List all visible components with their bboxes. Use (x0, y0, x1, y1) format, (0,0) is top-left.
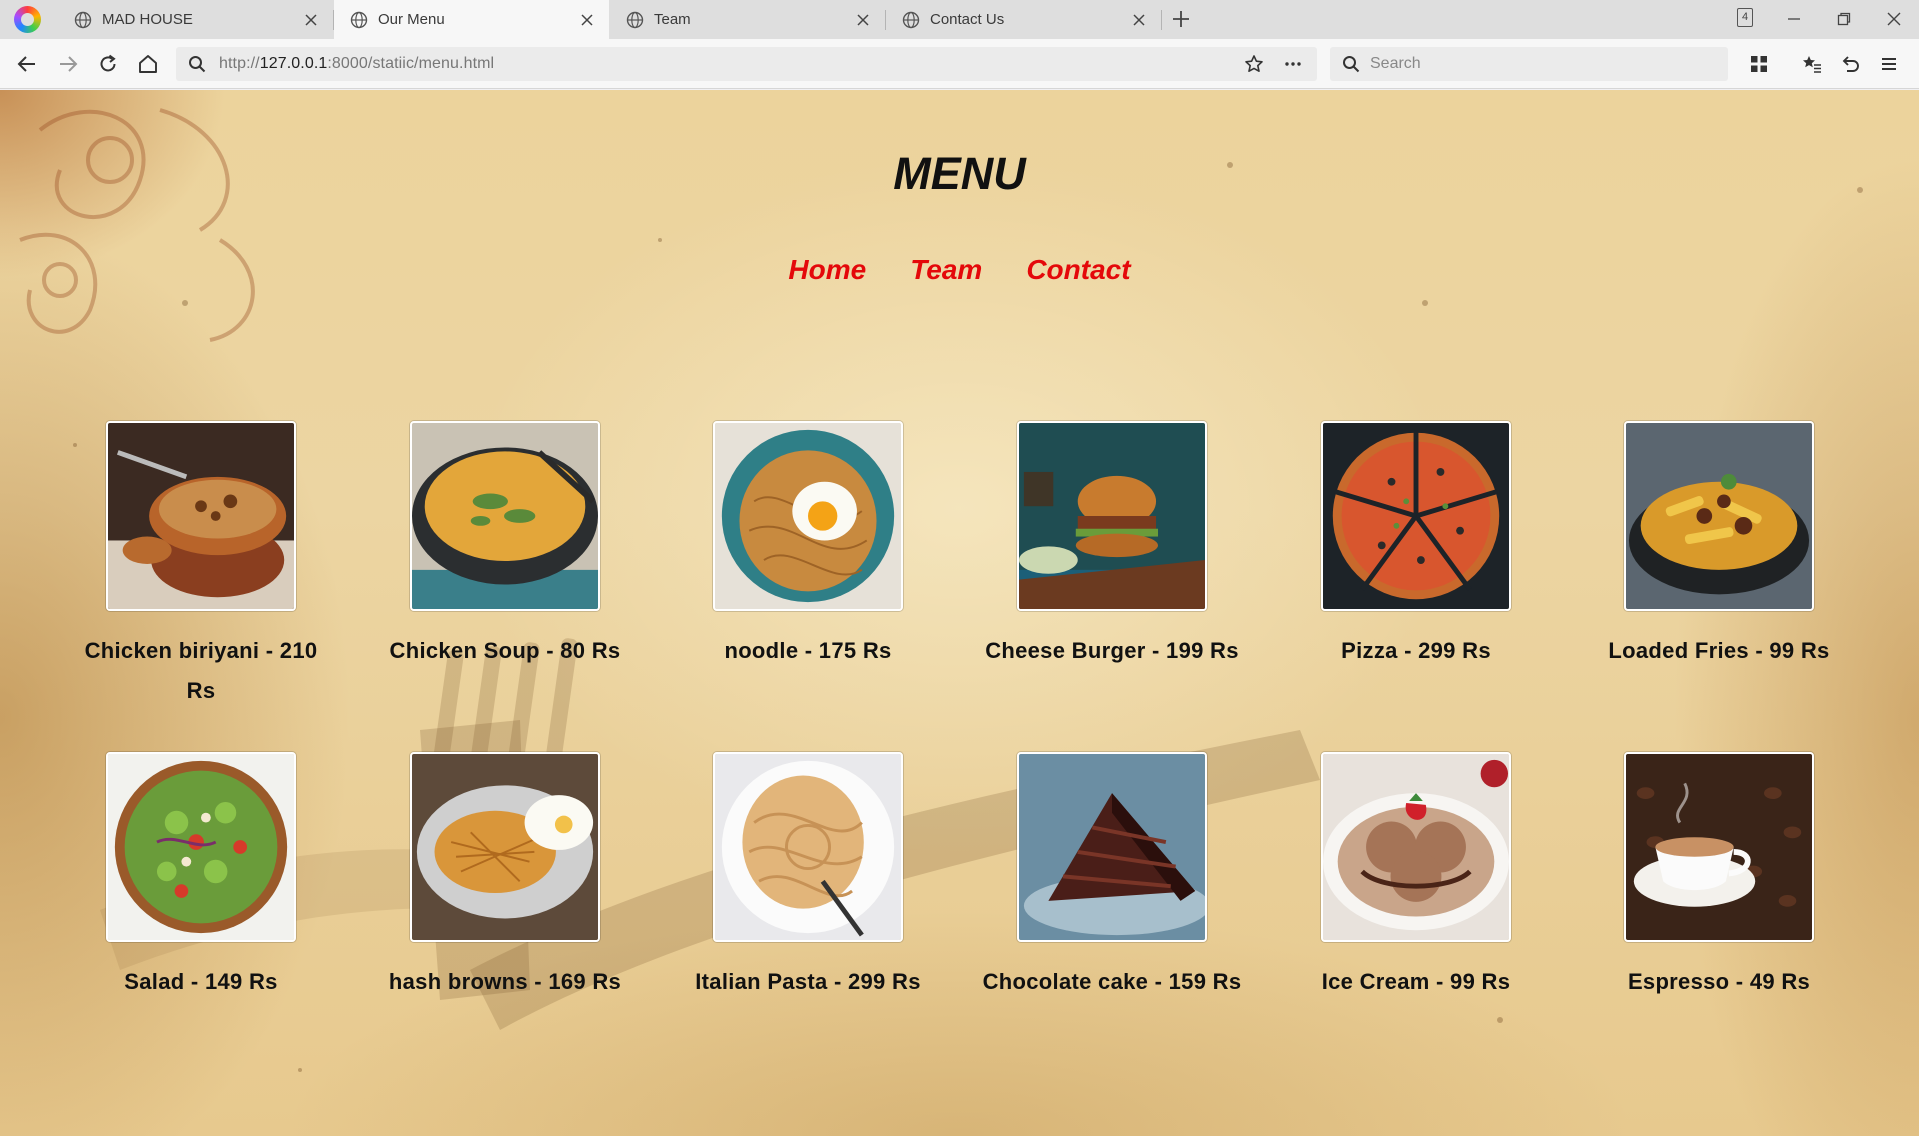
hash-browns-photo (410, 752, 600, 942)
item-label: Italian Pasta - 299 Rs (695, 969, 921, 994)
bookmark-star-icon[interactable] (1244, 54, 1264, 74)
nav-link-home[interactable]: Home (788, 254, 866, 286)
menu-item: noodle - 175 Rs (678, 421, 938, 671)
item-label: Pizza - 299 Rs (1341, 638, 1491, 663)
browser-logo-icon[interactable] (14, 6, 41, 33)
navigation-toolbar: http://127.0.0.1:8000/statiic/menu.html (0, 39, 1919, 89)
menu-item: Salad - 149 Rs (71, 752, 331, 1002)
minimize-icon[interactable] (1783, 8, 1805, 30)
menu-item: Loaded Fries - 99 Rs (1589, 421, 1849, 671)
pizza-photo (1321, 421, 1511, 611)
menu-item: Italian Pasta - 299 Rs (678, 752, 938, 1002)
item-label: noodle - 175 Rs (724, 638, 892, 663)
menu-item: Chicken Soup - 80 Rs (375, 421, 635, 671)
restore-icon[interactable] (1833, 8, 1855, 30)
close-tab-icon[interactable] (853, 10, 873, 30)
item-label: Ice Cream - 99 Rs (1321, 969, 1511, 994)
search-icon (1343, 56, 1360, 73)
burger-photo (1017, 421, 1207, 611)
nav-link-contact[interactable]: Contact (1026, 254, 1130, 286)
favorites-icon[interactable] (1799, 51, 1825, 77)
ice-cream-photo (1321, 752, 1511, 942)
tab-our-menu[interactable]: Our Menu (334, 0, 609, 39)
url-text[interactable]: http://127.0.0.1:8000/statiic/menu.html (219, 55, 494, 73)
forward-icon[interactable] (55, 51, 81, 77)
biriyani-photo (106, 421, 296, 611)
tab-title: Team (654, 11, 691, 28)
item-label: Chicken biriyani - 210 Rs (84, 638, 318, 703)
menu-item: Cheese Burger - 199 Rs (982, 421, 1242, 671)
item-label: Chicken Soup - 80 Rs (389, 638, 621, 663)
apps-grid-icon[interactable] (1746, 51, 1772, 77)
search-box[interactable] (1330, 47, 1728, 81)
tab-team[interactable]: Team (610, 0, 885, 39)
tab-strip: MAD HOUSE Our Menu Team Contact Us 4 (0, 0, 1919, 39)
soup-photo (410, 421, 600, 611)
globe-icon (626, 11, 644, 28)
tab-title: Contact Us (930, 11, 1005, 28)
back-icon[interactable] (14, 51, 40, 77)
close-window-icon[interactable] (1883, 8, 1905, 30)
cake-photo (1017, 752, 1207, 942)
menu-item: Chocolate cake - 159 Rs (982, 752, 1242, 1002)
address-bar[interactable]: http://127.0.0.1:8000/statiic/menu.html (176, 47, 1317, 81)
fries-photo (1624, 421, 1814, 611)
item-label: hash browns - 169 Rs (388, 969, 622, 994)
item-label: Chocolate cake - 159 Rs (982, 969, 1242, 994)
tab-count-badge[interactable]: 4 (1737, 8, 1753, 27)
item-label: Espresso - 49 Rs (1627, 969, 1811, 994)
item-label: Salad - 149 Rs (124, 969, 278, 994)
globe-icon (902, 11, 920, 28)
search-input[interactable] (1370, 47, 1710, 81)
new-tab-icon[interactable] (1170, 8, 1192, 30)
close-tab-icon[interactable] (1129, 10, 1149, 30)
more-options-icon[interactable] (1282, 54, 1304, 74)
page-title: MENU (893, 148, 1026, 199)
close-tab-icon[interactable] (301, 10, 321, 30)
nav-link-team[interactable]: Team (910, 254, 982, 286)
search-icon (189, 56, 206, 73)
close-tab-icon[interactable] (577, 10, 597, 30)
main-nav: Home Team Contact (0, 254, 1919, 286)
reload-icon[interactable] (95, 51, 121, 77)
tab-title: MAD HOUSE (102, 11, 193, 28)
home-icon[interactable] (135, 51, 161, 77)
undo-icon[interactable] (1837, 51, 1863, 77)
pasta-photo (713, 752, 903, 942)
menu-item: Chicken biriyani - 210 Rs (71, 421, 331, 711)
menu-item: hash browns - 169 Rs (375, 752, 635, 1002)
tab-mad-house[interactable]: MAD HOUSE (58, 0, 333, 39)
globe-icon (74, 11, 92, 28)
espresso-photo (1624, 752, 1814, 942)
item-label: Cheese Burger - 199 Rs (985, 638, 1239, 663)
menu-page: MENU Home Team Contact Chicken biriyani … (0, 90, 1919, 1136)
tab-title: Our Menu (378, 11, 445, 28)
menu-item: Espresso - 49 Rs (1589, 752, 1849, 1002)
tab-contact-us[interactable]: Contact Us (886, 0, 1161, 39)
menu-item: Ice Cream - 99 Rs (1286, 752, 1546, 1002)
menu-icon[interactable] (1876, 51, 1902, 77)
globe-icon (350, 11, 368, 28)
item-label: Loaded Fries - 99 Rs (1608, 638, 1830, 663)
menu-item: Pizza - 299 Rs (1286, 421, 1546, 671)
noodle-photo (713, 421, 903, 611)
salad-photo (106, 752, 296, 942)
